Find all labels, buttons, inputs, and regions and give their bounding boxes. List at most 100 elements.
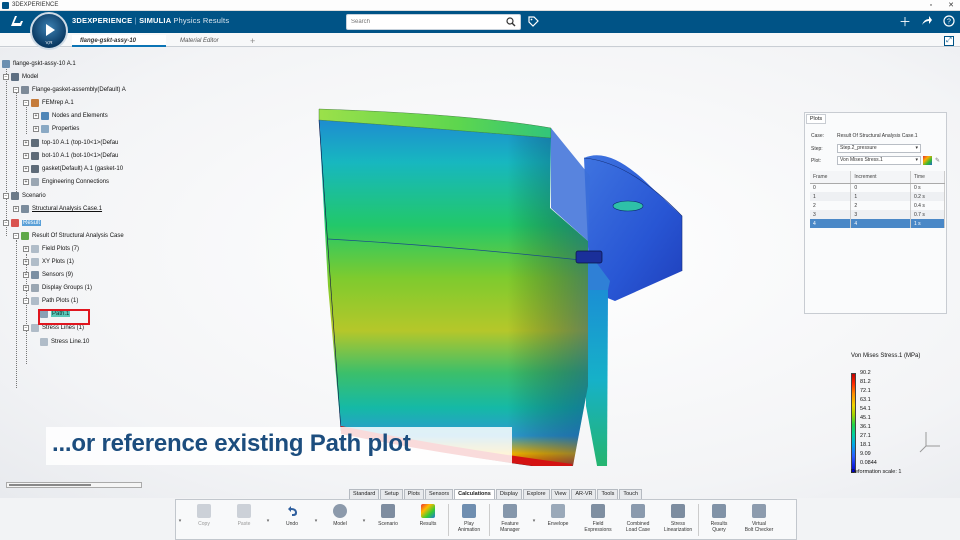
virtual-bolt-checker-button[interactable]: Virtual Bolt Checker <box>739 500 779 540</box>
collapse-icon[interactable]: − <box>3 193 9 199</box>
expand-icon[interactable]: + <box>23 153 29 159</box>
color-legend[interactable]: Von Mises Stress.1 (MPa) 90.2 81.2 72.1 … <box>848 353 948 483</box>
search-input[interactable] <box>347 15 497 29</box>
collapse-icon[interactable]: − <box>3 74 9 80</box>
tree-horizontal-scrollbar[interactable] <box>6 482 142 488</box>
tree-node-stress-line10[interactable]: Stress Line.10 <box>40 337 89 347</box>
tree-node-engineering-connections[interactable]: + Engineering Connections <box>23 177 109 187</box>
action-tab-plots[interactable]: Plots <box>403 489 424 499</box>
tab-material-editor[interactable]: Material Editor <box>172 35 227 47</box>
results-query-button[interactable]: Results Query <box>699 500 739 540</box>
tree-node-bot[interactable]: + bot-10 A.1 (bot-10<1>(Defau <box>23 151 118 161</box>
envelope-button[interactable]: Envelope <box>538 500 578 540</box>
scenario-button[interactable]: Scenario <box>368 500 408 540</box>
chevron-down-icon[interactable]: ▾ <box>530 518 538 524</box>
3d-viewport[interactable]: flange-gskt-assy-10 A.1 − Model − Flange… <box>0 48 960 498</box>
compass-widget[interactable]: V,R <box>30 12 68 50</box>
action-tab-ar-vr[interactable]: AR-VR <box>571 489 597 499</box>
feature-manager-button[interactable]: Feature Manager <box>490 500 530 540</box>
tree-node-properties[interactable]: + Properties <box>33 124 79 134</box>
fullscreen-icon[interactable]: ⤢ <box>944 36 954 46</box>
search-box[interactable] <box>346 14 521 30</box>
undo-button[interactable]: Undo <box>272 500 312 540</box>
tree-node-sensors[interactable]: + Sensors (9) <box>23 270 73 280</box>
tree-node-gasket[interactable]: + gasket(Default) A.1 (gasket-10 <box>23 164 123 174</box>
tree-node-top[interactable]: + top-10 A.1 (top-10<1>(Defau <box>23 138 118 148</box>
tree-node-root[interactable]: flange-gskt-assy-10 A.1 <box>2 59 76 69</box>
action-tab-standard[interactable]: Standard <box>349 489 380 499</box>
table-row[interactable]: 0 0 0 s <box>810 183 945 192</box>
column-header[interactable]: Frame <box>810 171 852 184</box>
results-button[interactable]: Results <box>408 500 448 540</box>
add-icon[interactable]: ＋ <box>898 14 912 29</box>
action-tab-sensors[interactable]: Sensors <box>424 489 454 499</box>
tree-node-path-plots[interactable]: − Path Plots (1) <box>23 296 78 306</box>
table-row[interactable]: 1 1 0.2 s <box>810 192 945 201</box>
action-tab-display[interactable]: Display <box>495 489 522 499</box>
tree-node-analysis-case[interactable]: + Structural Analysis Case.1 <box>13 204 102 214</box>
collapse-icon[interactable]: − <box>23 298 29 304</box>
paste-button[interactable]: Paste <box>224 500 264 540</box>
model-button[interactable]: Model <box>320 500 360 540</box>
tab-flange-gskt-assy[interactable]: flange-gskt-assy-10 <box>72 35 166 47</box>
collapse-icon[interactable]: − <box>13 87 19 93</box>
action-tab-calculations[interactable]: Calculations <box>454 489 495 499</box>
expand-icon[interactable]: + <box>23 246 29 252</box>
color-map-icon[interactable] <box>923 156 932 165</box>
tree-node-result-of[interactable]: − Result Of Structural Analysis Case <box>13 231 124 241</box>
collapse-icon[interactable]: − <box>23 100 29 106</box>
action-tab-explore[interactable]: Explore <box>522 489 550 499</box>
help-icon[interactable]: ? <box>942 14 956 28</box>
tree-node-model[interactable]: − Model <box>3 72 38 82</box>
action-tab-touch[interactable]: Touch <box>619 489 643 499</box>
column-header[interactable]: Time <box>910 171 945 184</box>
axis-triad-icon[interactable] <box>918 428 944 454</box>
tree-node-assembly[interactable]: − Flange-gasket-assembly(Default) A <box>13 85 126 95</box>
action-tab-setup[interactable]: Setup <box>380 489 403 499</box>
scrollbar-thumb[interactable] <box>9 484 91 486</box>
expand-icon[interactable]: + <box>33 126 39 132</box>
tree-node-femrep[interactable]: − FEMrep A.1 <box>23 98 74 108</box>
tree-node-field-plots[interactable]: + Field Plots (7) <box>23 244 79 254</box>
chevron-down-icon[interactable]: ▾ <box>312 518 320 524</box>
close-icon[interactable]: ✕ <box>948 0 954 11</box>
table-row-selected[interactable]: 4 4 1 s <box>810 219 945 228</box>
column-header[interactable]: Increment <box>850 171 911 184</box>
expand-icon[interactable]: + <box>23 272 29 278</box>
tree-node-result[interactable]: − Result <box>3 218 42 228</box>
collapse-icon[interactable]: − <box>3 220 9 226</box>
search-icon[interactable] <box>506 17 516 29</box>
tree-node-scenario[interactable]: − Scenario <box>3 191 46 201</box>
play-animation-button[interactable]: Play Animation <box>449 500 489 540</box>
expand-icon[interactable]: + <box>23 285 29 291</box>
table-row[interactable]: 2 2 0.4 s <box>810 201 945 210</box>
plot-select[interactable]: Von Mises Stress.1 ▾ <box>837 156 921 165</box>
flange-model[interactable] <box>310 76 690 466</box>
collapse-icon[interactable]: − <box>13 233 19 239</box>
action-tab-tools[interactable]: Tools <box>597 489 619 499</box>
tree-node-xy-plots[interactable]: + XY Plots (1) <box>23 257 74 267</box>
action-tab-view[interactable]: View <box>550 489 571 499</box>
share-icon[interactable] <box>920 14 934 28</box>
collapse-icon[interactable]: − <box>23 325 29 331</box>
expand-icon[interactable]: + <box>13 206 19 212</box>
chevron-down-icon[interactable]: ▾ <box>264 518 272 524</box>
tree-node-display-groups[interactable]: + Display Groups (1) <box>23 283 92 293</box>
tree-node-nodes-elements[interactable]: + Nodes and Elements <box>33 111 108 121</box>
expand-icon[interactable]: + <box>33 113 39 119</box>
table-row[interactable]: 3 3 0.7 s <box>810 210 945 219</box>
chevron-down-icon[interactable]: ▾ <box>360 518 368 524</box>
expand-icon[interactable]: + <box>23 140 29 146</box>
expand-icon[interactable]: + <box>23 179 29 185</box>
copy-button[interactable]: Copy <box>184 500 224 540</box>
plots-panel-tab[interactable]: Plots <box>806 114 826 124</box>
edit-icon[interactable]: ✎ <box>935 157 940 164</box>
step-select[interactable]: Step.2_pressure ▾ <box>837 144 921 153</box>
combined-load-case-button[interactable]: Combined Load Case <box>618 500 658 540</box>
tag-icon[interactable] <box>528 16 539 29</box>
maximize-icon[interactable]: ▫ <box>930 0 932 11</box>
field-expressions-button[interactable]: Field Expressions <box>578 500 618 540</box>
expand-icon[interactable]: + <box>23 259 29 265</box>
stress-linearization-button[interactable]: Stress Linearization <box>658 500 698 540</box>
expand-icon[interactable]: + <box>23 166 29 172</box>
